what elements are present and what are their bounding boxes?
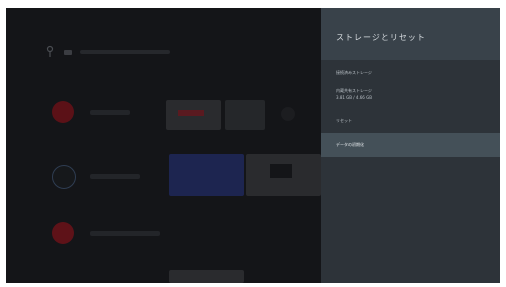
nav-placeholder (80, 50, 170, 54)
app-icon-youtube[interactable] (52, 222, 74, 244)
menu-item-label: 接続済みストレージ (336, 70, 372, 75)
panel-title: ストレージとリセット (336, 33, 426, 42)
menu-item-label: データの初期化 (336, 142, 364, 147)
tile-thumbnail (270, 164, 292, 178)
content-tile[interactable] (169, 270, 244, 283)
row-label-placeholder (90, 110, 130, 115)
apps-row (6, 92, 321, 152)
add-app-icon[interactable] (281, 107, 295, 121)
home-top-bar (46, 44, 170, 60)
nav-indicator-icon (64, 49, 72, 55)
app-tile[interactable] (225, 100, 265, 130)
panel-header: ストレージとリセット (321, 8, 500, 60)
app-icon-red[interactable] (52, 101, 74, 123)
menu-item-factory-reset[interactable]: データの初期化 (321, 133, 500, 157)
app-icon-blue[interactable] (52, 165, 76, 189)
app-tile[interactable] (166, 100, 221, 130)
content-tile[interactable] (169, 154, 244, 196)
menu-item-connected-storage[interactable]: 接続済みストレージ (321, 64, 500, 80)
menu-item-detail: 3.81 GB / 4.66 GB (336, 95, 372, 100)
video-row (6, 208, 321, 268)
app-tile-logo (178, 110, 204, 116)
home-screen-dimmed (6, 8, 321, 283)
row-label-placeholder (90, 174, 140, 179)
search-icon[interactable] (46, 45, 56, 59)
menu-item-reset[interactable]: リセット (321, 112, 500, 128)
content-row (6, 148, 321, 208)
content-tile[interactable] (246, 154, 321, 196)
row-label-placeholder (90, 231, 160, 236)
settings-panel: ストレージとリセット 接続済みストレージ 内蔵共有ストレージ 3.81 GB /… (321, 8, 500, 283)
menu-item-label: リセット (336, 118, 352, 123)
tv-screen: ストレージとリセット 接続済みストレージ 内蔵共有ストレージ 3.81 GB /… (6, 8, 500, 283)
menu-item-internal-storage[interactable]: 内蔵共有ストレージ 3.81 GB / 4.66 GB (321, 83, 500, 107)
menu-item-label: 内蔵共有ストレージ (336, 88, 372, 93)
